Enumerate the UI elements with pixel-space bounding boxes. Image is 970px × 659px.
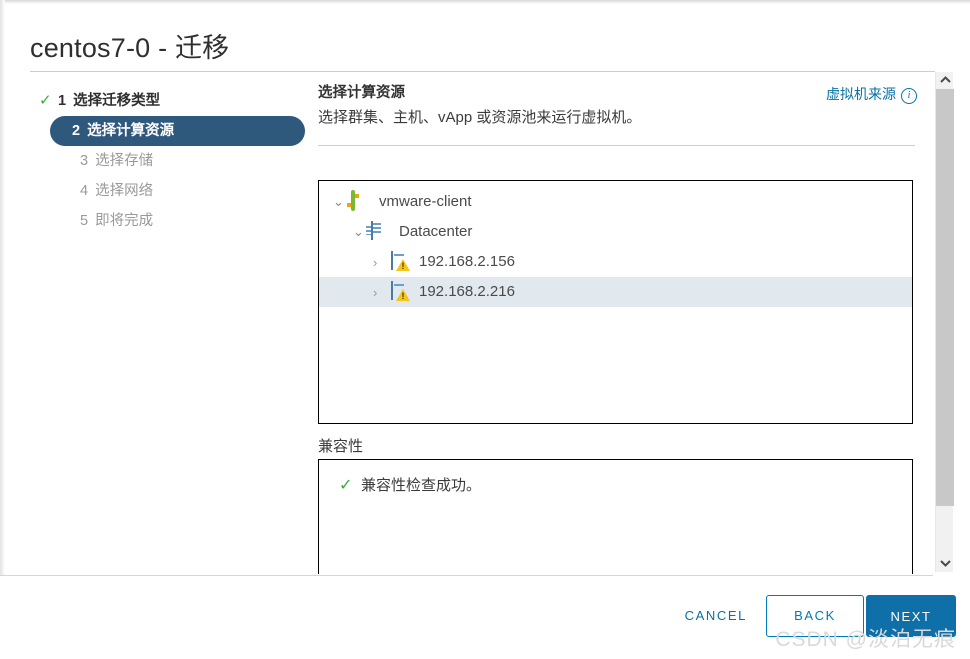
scroll-up-icon[interactable]: [936, 72, 954, 89]
tree-item-label: Datacenter: [399, 223, 473, 240]
content-subheading: 选择群集、主机、vApp 或资源池来运行虚拟机。: [318, 109, 642, 126]
check-icon: ✓: [39, 92, 52, 109]
sidebar-item-step-1[interactable]: ✓ 1 选择迁移类型: [28, 86, 308, 116]
step-2-label: 选择计算资源: [87, 123, 175, 139]
vcenter-icon: [351, 190, 371, 212]
datacenter-icon: [371, 221, 391, 242]
sidebar-item-step-4[interactable]: 4 选择网络: [28, 176, 308, 206]
host-warning-icon: [391, 281, 411, 302]
vertical-scrollbar[interactable]: [935, 72, 954, 572]
host-warning-icon: [391, 251, 411, 272]
tree-item-host-156[interactable]: › 192.168.2.156: [319, 247, 912, 277]
content-header: 选择计算资源 选择群集、主机、vApp 或资源池来运行虚拟机。 虚拟机来源 i: [318, 82, 933, 130]
step-5-number: 5: [80, 213, 89, 229]
step-2-number: 2: [72, 123, 81, 139]
step-3-number: 3: [80, 153, 89, 169]
content-header-divider: [318, 145, 915, 146]
window-top-edge: [0, 0, 970, 4]
cancel-button[interactable]: CANCEL: [679, 598, 753, 634]
scroll-down-icon[interactable]: [936, 555, 954, 572]
info-icon[interactable]: i: [901, 88, 917, 104]
step-1-number: 1: [58, 93, 67, 109]
compute-resource-tree[interactable]: ⌄ vmware-client ⌄ Datacenter › 192.168.2…: [318, 180, 913, 424]
page-title: centos7-0 - 迁移: [30, 33, 230, 63]
wizard-step-nav: ✓ 1 选择迁移类型 2 选择计算资源 3 选择存储 4 选择网络 5 即将完成: [28, 86, 308, 236]
migration-wizard-dialog: centos7-0 - 迁移 ✓ 1 选择迁移类型 2 选择计算资源 3 选择存…: [0, 0, 970, 659]
chevron-right-icon[interactable]: ›: [373, 255, 391, 270]
vm-source-link[interactable]: 虚拟机来源 i: [826, 84, 917, 104]
back-button[interactable]: BACK: [766, 595, 864, 637]
sidebar-item-step-3[interactable]: 3 选择存储: [28, 146, 308, 176]
tree-item-label: 192.168.2.216: [419, 283, 515, 300]
title-divider: [30, 71, 935, 72]
sidebar-item-step-2[interactable]: 2 选择计算资源: [50, 116, 305, 146]
compatibility-message: 兼容性检查成功。: [361, 477, 482, 494]
chevron-down-icon[interactable]: ⌄: [333, 194, 351, 210]
dialog-footer: CANCEL BACK NEXT CSDN @淡泊无痕: [0, 576, 970, 659]
compatibility-label: 兼容性: [318, 438, 364, 455]
tree-item-label: 192.168.2.156: [419, 253, 515, 270]
content-pane: 选择计算资源 选择群集、主机、vApp 或资源池来运行虚拟机。 虚拟机来源 i ⌄…: [318, 82, 933, 574]
scrollbar-thumb[interactable]: [936, 89, 954, 506]
check-icon: ✓: [339, 477, 353, 494]
sidebar-item-step-5[interactable]: 5 即将完成: [28, 206, 308, 236]
compatibility-panel: ✓ 兼容性检查成功。: [318, 459, 913, 574]
tree-item-vcenter[interactable]: ⌄ vmware-client: [319, 187, 912, 217]
tree-item-host-216[interactable]: › 192.168.2.216: [319, 277, 912, 307]
chevron-right-icon[interactable]: ›: [373, 285, 391, 300]
step-4-label: 选择网络: [95, 183, 154, 199]
tree-item-datacenter[interactable]: ⌄ Datacenter: [319, 217, 912, 247]
step-1-label: 选择迁移类型: [73, 93, 161, 109]
tree-item-label: vmware-client: [379, 193, 472, 210]
vm-source-link-label: 虚拟机来源: [826, 86, 896, 102]
step-4-number: 4: [80, 183, 89, 199]
next-button[interactable]: NEXT: [866, 595, 956, 637]
window-left-edge: [0, 0, 5, 659]
compatibility-result-row: ✓ 兼容性检查成功。: [319, 460, 912, 496]
step-3-label: 选择存储: [95, 153, 154, 169]
step-5-label: 即将完成: [95, 213, 154, 229]
